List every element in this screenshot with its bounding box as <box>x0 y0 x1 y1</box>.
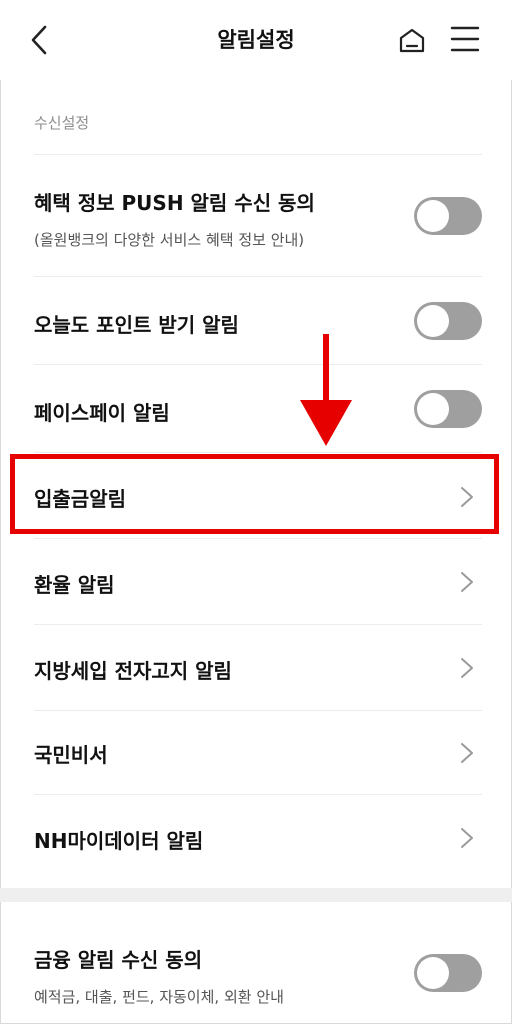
chevron-left-icon <box>31 25 47 55</box>
facepay-toggle[interactable] <box>414 390 482 428</box>
setting-label: NH마이데이터 알림 <box>34 829 204 853</box>
setting-row-benefit-push: 혜택 정보 PUSH 알림 수신 동의 (올원뱅크의 다양한 서비스 혜택 정보… <box>34 154 482 277</box>
setting-label: 지방세입 전자고지 알림 <box>34 659 232 683</box>
page-title: 알림설정 <box>217 28 295 52</box>
toggle-knob <box>417 305 449 337</box>
chevron-right-icon <box>461 743 473 763</box>
toggle-knob <box>417 957 449 989</box>
toggle-knob <box>417 200 449 232</box>
home-button[interactable] <box>396 24 428 56</box>
benefit-push-toggle[interactable] <box>414 197 482 235</box>
setting-row-daily-point: 오늘도 포인트 받기 알림 <box>34 276 482 365</box>
hamburger-menu-icon <box>450 26 480 52</box>
setting-description: (올원뱅크의 다양한 서비스 혜택 정보 안내) <box>34 231 305 249</box>
setting-label: 오늘도 포인트 받기 알림 <box>34 313 239 337</box>
setting-row-finance-consent: 금융 알림 수신 동의 예적금, 대출, 펀드, 자동이체, 외환 안내 <box>34 902 482 1022</box>
setting-row-exchange-rate[interactable]: 환율 알림 <box>34 538 482 625</box>
setting-label: 환율 알림 <box>34 573 115 597</box>
down-arrow-icon <box>300 334 352 446</box>
chevron-right-icon <box>461 658 473 678</box>
menu-button[interactable] <box>448 22 482 56</box>
chevron-right-icon <box>461 828 473 848</box>
setting-row-national-secretary[interactable]: 국민비서 <box>34 710 482 795</box>
highlight-box <box>10 454 499 534</box>
section-label: 수신설정 <box>34 114 90 132</box>
setting-row-local-tax[interactable]: 지방세입 전자고지 알림 <box>34 624 482 711</box>
setting-label: 페이스페이 알림 <box>34 401 170 425</box>
home-icon <box>399 28 425 53</box>
setting-label: 국민비서 <box>34 743 108 767</box>
daily-point-toggle[interactable] <box>414 302 482 340</box>
app-header: 알림설정 <box>0 0 512 80</box>
chevron-right-icon <box>461 572 473 592</box>
section-divider <box>0 888 512 902</box>
setting-description: 예적금, 대출, 펀드, 자동이체, 외환 안내 <box>34 988 284 1006</box>
back-button[interactable] <box>24 22 56 58</box>
setting-row-nh-mydata[interactable]: NH마이데이터 알림 <box>34 794 482 889</box>
toggle-knob <box>417 393 449 425</box>
setting-label: 혜택 정보 PUSH 알림 수신 동의 <box>34 191 315 215</box>
setting-row-facepay: 페이스페이 알림 <box>34 364 482 453</box>
finance-consent-toggle[interactable] <box>414 954 482 992</box>
setting-label: 금융 알림 수신 동의 <box>34 948 203 972</box>
